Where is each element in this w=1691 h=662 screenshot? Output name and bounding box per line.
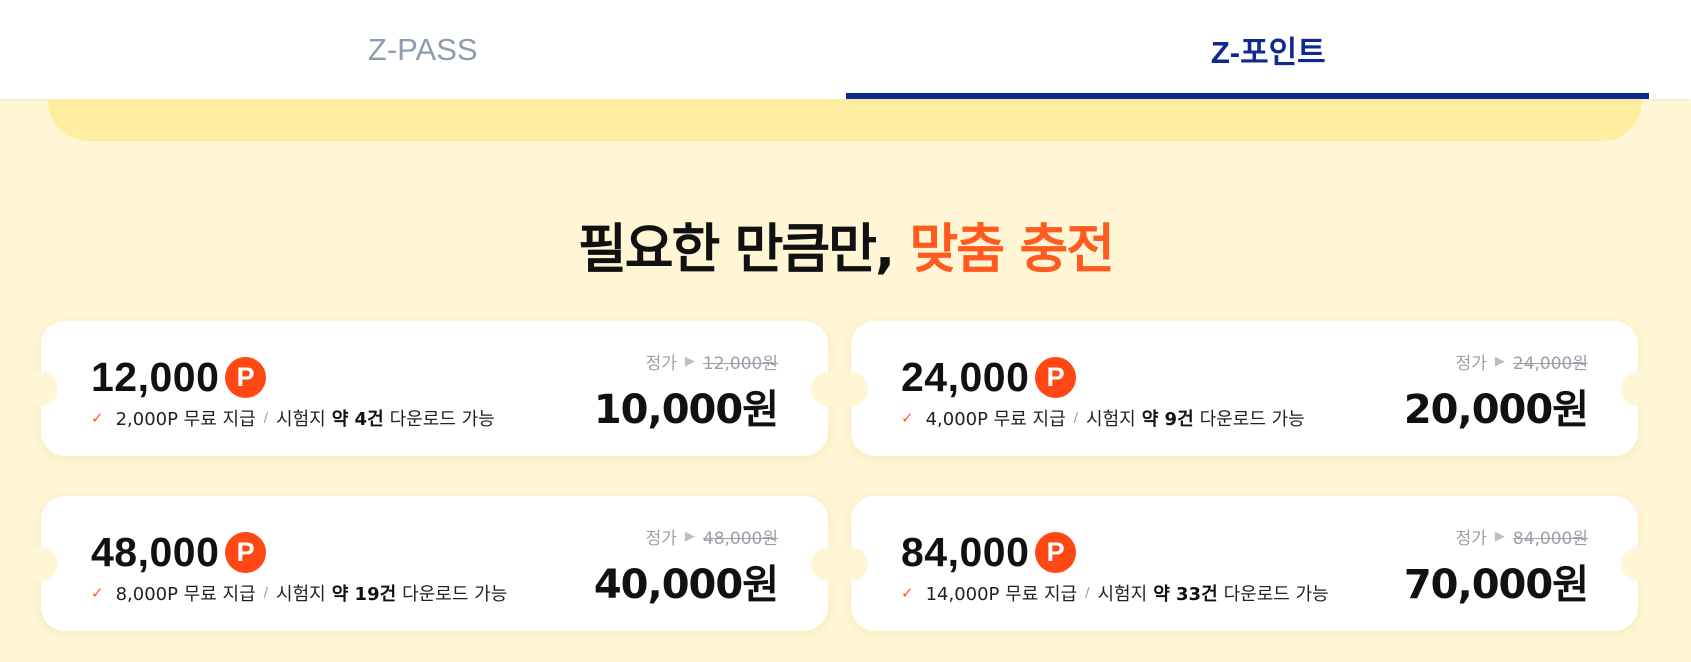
- sale-price: 70,000원: [1403, 562, 1589, 608]
- points-value: 48,000: [91, 529, 220, 575]
- package-description: ✓ 2,000P 무료 지급 / 시험지 약 4건 다운로드 가능: [91, 405, 495, 431]
- points-amount: 12,000 P: [91, 354, 267, 401]
- points-value: 12,000: [91, 354, 220, 400]
- doc-suffix: 다운로드 가능: [1223, 584, 1329, 605]
- points-value: 24,000: [901, 354, 1030, 400]
- tab-bar: Z-PASS Z-포인트: [0, 0, 1691, 99]
- points-value: 84,000: [901, 529, 1030, 575]
- original-price-value: 48,000원: [702, 529, 778, 549]
- original-price: 정가 ▶ 24,000원: [1456, 349, 1588, 374]
- package-description: ✓ 4,000P 무료 지급 / 시험지 약 9건 다운로드 가능: [901, 405, 1305, 431]
- original-price-value: 84,000원: [1512, 529, 1588, 549]
- sale-price: 10,000원: [593, 387, 779, 433]
- doc-count: 약 33건: [1153, 584, 1218, 605]
- points-amount: 48,000 P: [91, 529, 267, 576]
- separator: /: [1073, 410, 1079, 426]
- doc-suffix: 다운로드 가능: [402, 584, 508, 605]
- original-price-label: 정가: [1455, 354, 1487, 374]
- bonus-text: 2,000P 무료 지급: [115, 409, 256, 430]
- point-package-card[interactable]: 24,000 P ✓ 4,000P 무료 지급 / 시험지 약 9건 다운로드 …: [834, 321, 1655, 456]
- sale-price: 20,000원: [1403, 387, 1589, 433]
- doc-prefix: 시험지: [276, 409, 326, 430]
- sale-price: 40,000원: [593, 562, 779, 608]
- original-price-label: 정가: [1455, 529, 1487, 549]
- original-price-value: 12,000원: [702, 354, 778, 374]
- check-icon: ✓: [91, 584, 104, 602]
- points-amount: 24,000 P: [901, 354, 1077, 401]
- original-price-label: 정가: [645, 354, 677, 374]
- doc-prefix: 시험지: [1097, 584, 1148, 605]
- original-price: 정가 ▶ 12,000원: [646, 349, 778, 374]
- arrow-right-icon: ▶: [684, 354, 695, 369]
- arrow-right-icon: ▶: [1494, 529, 1505, 544]
- separator: /: [1085, 585, 1090, 601]
- points-amount: 84,000 P: [901, 529, 1077, 576]
- headline-accent: 맞춤 충전: [909, 219, 1115, 280]
- check-icon: ✓: [901, 584, 914, 602]
- doc-suffix: 다운로드 가능: [389, 409, 495, 430]
- package-description: ✓ 14,000P 무료 지급 / 시험지 약 33건 다운로드 가능: [901, 580, 1329, 606]
- doc-count: 약 9건: [1141, 409, 1194, 430]
- point-icon: P: [1035, 532, 1077, 573]
- separator: /: [263, 585, 269, 601]
- doc-count: 약 4건: [331, 409, 384, 430]
- bonus-text: 4,000P 무료 지급: [925, 409, 1066, 430]
- bonus-text: 8,000P 무료 지급: [115, 584, 256, 605]
- headline-text: 필요한 만큼만,: [577, 219, 895, 280]
- original-price: 정가 ▶ 48,000원: [646, 524, 778, 549]
- tab-z-pass[interactable]: Z-PASS: [0, 0, 846, 99]
- bonus-text: 14,000P 무료 지급: [925, 584, 1078, 605]
- original-price: 정가 ▶ 84,000원: [1456, 524, 1588, 549]
- point-package-card[interactable]: 12,000 P ✓ 2,000P 무료 지급 / 시험지 약 4건 다운로드 …: [24, 321, 845, 456]
- doc-prefix: 시험지: [1086, 409, 1136, 430]
- package-description: ✓ 8,000P 무료 지급 / 시험지 약 19건 다운로드 가능: [91, 580, 507, 606]
- point-icon: P: [225, 357, 267, 398]
- doc-prefix: 시험지: [276, 584, 326, 605]
- arrow-right-icon: ▶: [684, 529, 695, 544]
- check-icon: ✓: [901, 409, 914, 427]
- point-icon: P: [225, 532, 267, 573]
- check-icon: ✓: [91, 409, 104, 427]
- doc-count: 약 19건: [331, 584, 397, 605]
- page-headline: 필요한 만큼만, 맞춤 충전: [0, 207, 1691, 283]
- point-icon: P: [1035, 357, 1077, 398]
- original-price-label: 정가: [645, 529, 677, 549]
- point-package-card[interactable]: 84,000 P ✓ 14,000P 무료 지급 / 시험지 약 33건 다운로…: [834, 496, 1655, 631]
- original-price-value: 24,000원: [1512, 354, 1588, 374]
- arrow-right-icon: ▶: [1494, 354, 1505, 369]
- tab-z-point[interactable]: Z-포인트: [845, 0, 1691, 99]
- point-package-card[interactable]: 48,000 P ✓ 8,000P 무료 지급 / 시험지 약 19건 다운로드…: [24, 496, 845, 631]
- doc-suffix: 다운로드 가능: [1199, 409, 1305, 430]
- separator: /: [263, 410, 269, 426]
